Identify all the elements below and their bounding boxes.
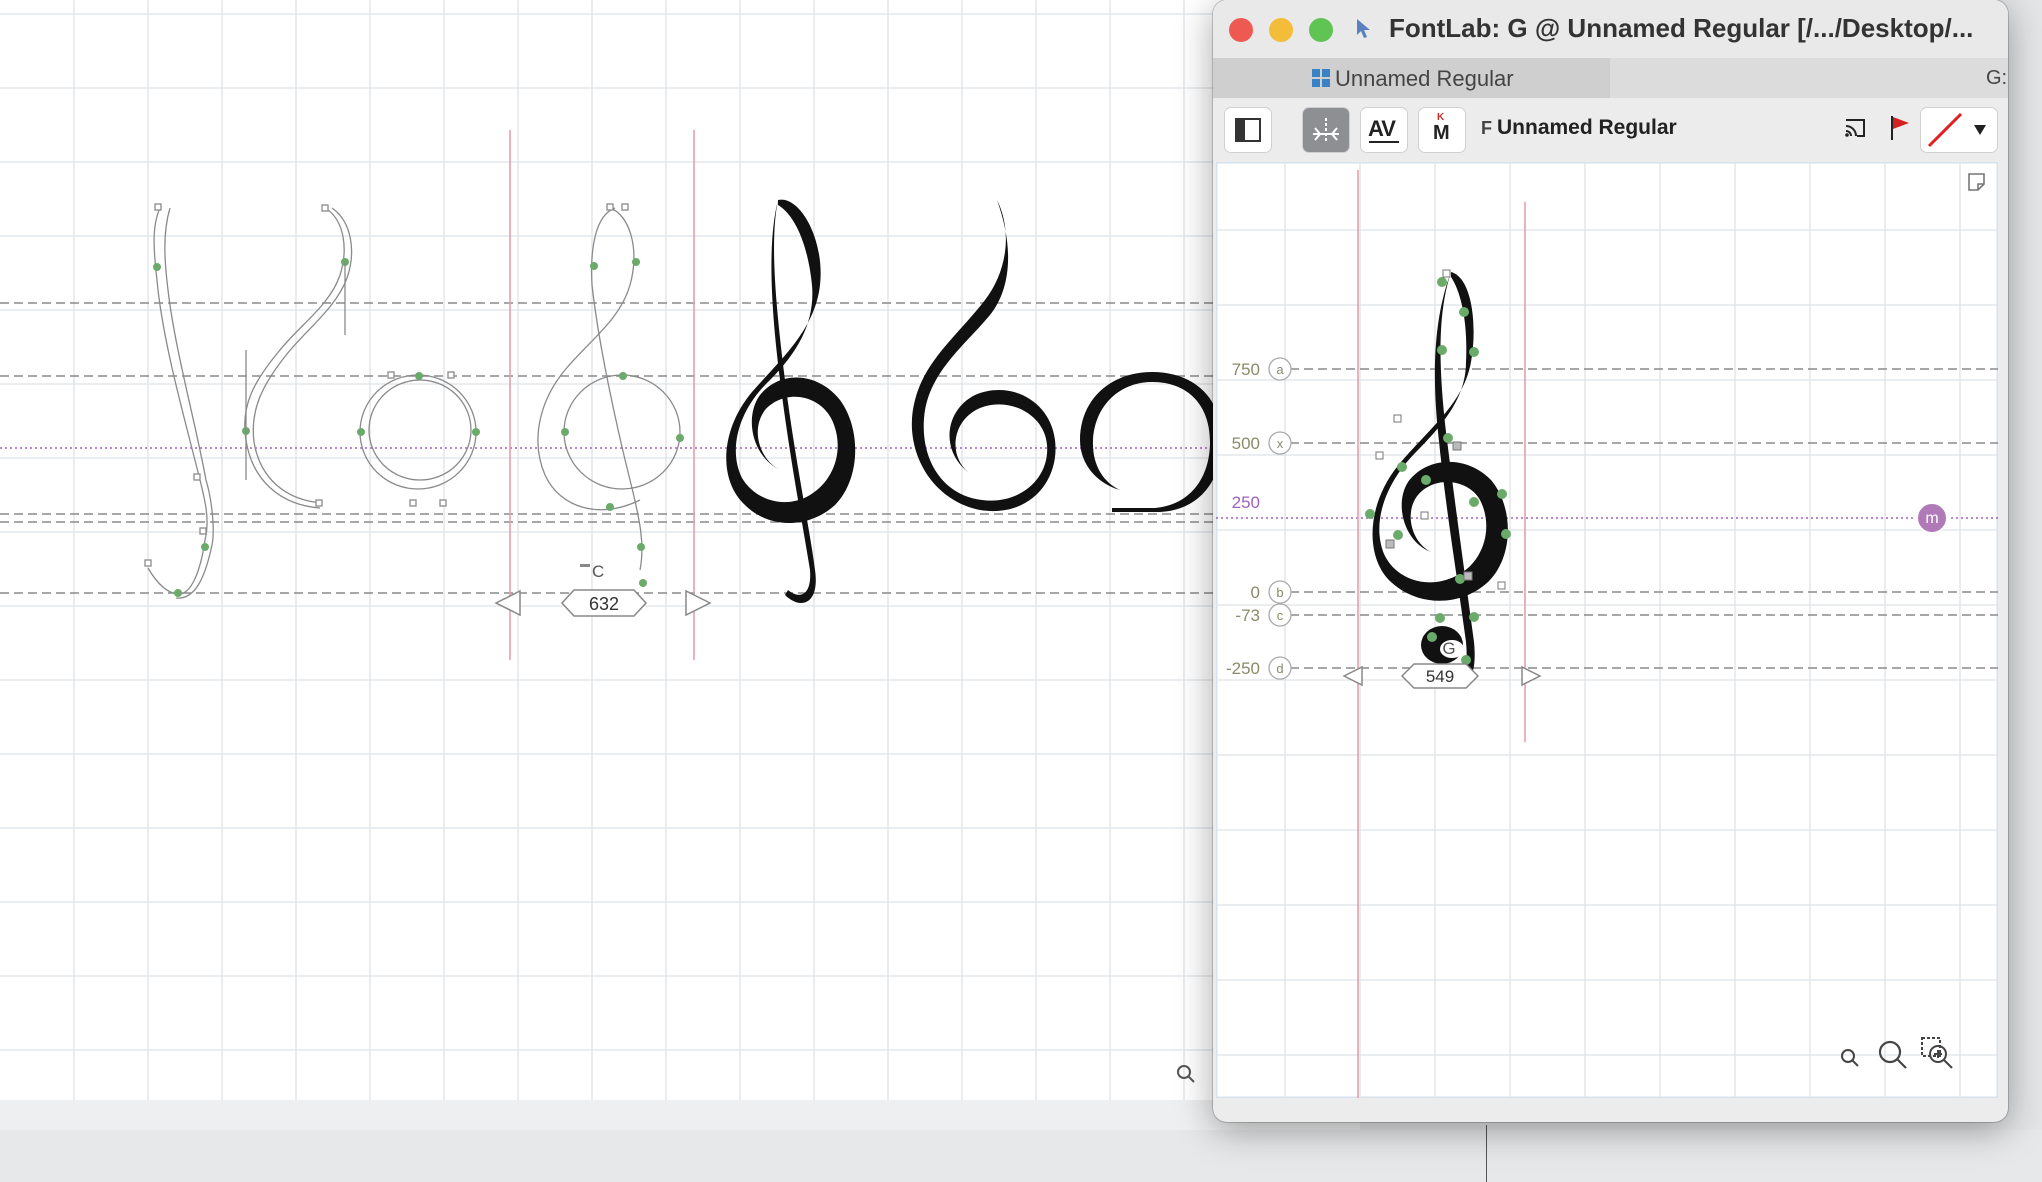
glyph-edit-canvas[interactable]: 750 500 250 0 -73 -250 a x b c d m G 549 (1216, 162, 1998, 1098)
tab-glyph-label: G: (1986, 67, 2008, 89)
glyph-advance-width-value[interactable]: 549 (1426, 667, 1454, 686)
marker-label: m (1925, 510, 1938, 527)
metric-letter-c: c (1277, 608, 1284, 623)
glyph-window[interactable]: FontLab: G @ Unnamed Regular [/.../Deskt… (1213, 0, 2008, 1122)
kerning-button[interactable]: AV (1361, 108, 1407, 152)
kerning-icon: AV (1368, 116, 1396, 141)
font-prefix: F (1481, 118, 1492, 138)
font-icon (1312, 69, 1330, 87)
zoom-button[interactable] (1309, 18, 1333, 42)
metric-value-750: 750 (1232, 360, 1260, 379)
tab-font-label: Unnamed Regular (1335, 66, 1514, 91)
main-glyph-canvas[interactable]: C 632 (0, 0, 1240, 1105)
glyph-name-label: C (592, 562, 604, 581)
metrics-mode-button[interactable] (1303, 108, 1349, 152)
desktop-divider (1486, 1125, 1487, 1182)
cast-icon[interactable] (1843, 116, 1867, 140)
metrics-icon (1313, 118, 1339, 142)
color-swatch-icon (1927, 112, 1963, 148)
window-titlebar[interactable]: FontLab: G @ Unnamed Regular [/.../Deskt… (1213, 0, 2008, 58)
tab-font[interactable]: Unnamed Regular (1213, 58, 1610, 98)
mark-icon: M (1433, 122, 1450, 144)
glyph-name-label-g: G (1442, 639, 1455, 658)
metric-letter-b: b (1276, 585, 1283, 600)
color-dropdown[interactable] (1921, 108, 1997, 152)
metric-value-500: 500 (1232, 434, 1260, 453)
pointer-icon (1357, 19, 1370, 38)
sidebar-toggle-button[interactable] (1225, 108, 1271, 152)
metric-value-73: -73 (1235, 606, 1260, 625)
advance-width-value[interactable]: 632 (589, 594, 619, 614)
flag-icon[interactable] (1889, 114, 1911, 142)
metric-letter-x: x (1277, 436, 1284, 451)
minimize-button[interactable] (1269, 18, 1293, 42)
tab-glyph[interactable]: G: 𝄞 (1610, 58, 2008, 98)
measurement-marker[interactable]: m (1916, 502, 1948, 534)
metric-value-250: 250 (1232, 493, 1260, 512)
font-name[interactable]: Unnamed Regular (1497, 116, 1677, 140)
tab-bar: Unnamed Regular G: 𝄞 (1213, 58, 2008, 98)
close-button[interactable] (1229, 18, 1253, 42)
toolbar: AV K M F Unnamed Regular (1213, 98, 2008, 162)
sidebar-toggle-icon (1235, 118, 1261, 142)
metric-value-0: 0 (1251, 583, 1260, 602)
main-window-bottom-bar (0, 1100, 1360, 1130)
window-title: FontLab: G @ Unnamed Regular [/.../Deskt… (1389, 13, 1974, 43)
mark-button[interactable]: K M (1419, 108, 1465, 152)
metric-letter-d: d (1276, 661, 1283, 676)
metric-letter-a: a (1276, 362, 1284, 377)
desktop-strip (0, 1130, 2042, 1182)
dropdown-chevron-icon (1974, 125, 1986, 135)
metric-value-250-neg: -250 (1226, 659, 1260, 678)
